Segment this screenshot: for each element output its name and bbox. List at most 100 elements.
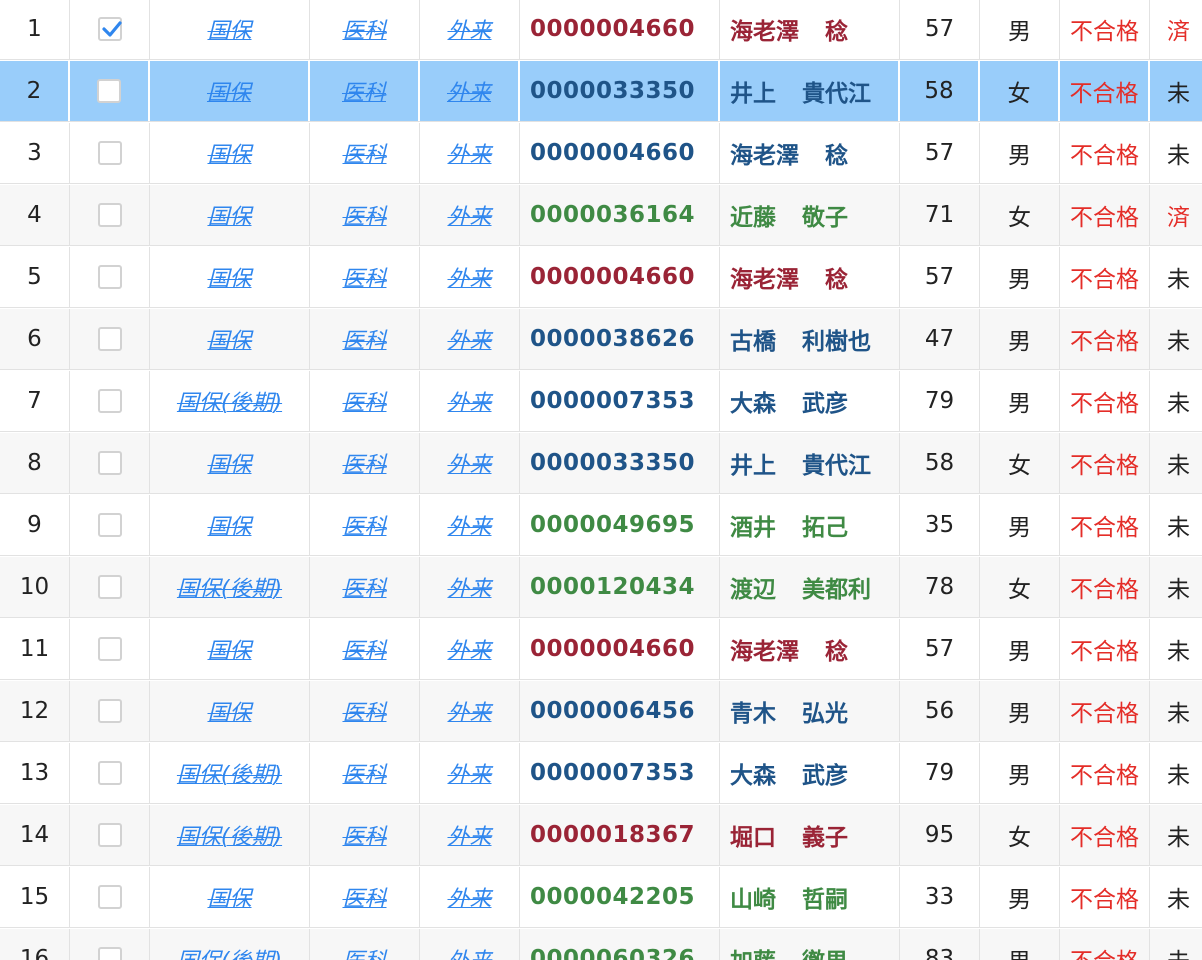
department-link[interactable]: 医科 (342, 819, 386, 851)
insurance-link[interactable]: 国保 (207, 137, 251, 169)
insurance-cell[interactable]: 国保 (150, 433, 310, 493)
insurance-cell[interactable]: 国保(後期) (150, 929, 310, 960)
insurance-link[interactable]: 国保 (207, 323, 251, 355)
department-cell[interactable]: 医科 (310, 743, 420, 803)
insurance-link[interactable]: 国保(後期) (177, 385, 282, 417)
visit-type-cell[interactable]: 外来 (420, 371, 520, 431)
row-checkbox-cell[interactable] (70, 123, 150, 183)
row-checkbox-cell[interactable] (70, 619, 150, 679)
insurance-cell[interactable]: 国保 (150, 61, 310, 121)
visit-type-link[interactable]: 外来 (447, 137, 491, 169)
department-cell[interactable]: 医科 (310, 557, 420, 617)
row-checkbox[interactable] (97, 203, 122, 227)
insurance-cell[interactable]: 国保 (150, 247, 310, 307)
visit-type-cell[interactable]: 外来 (420, 929, 520, 960)
table-row[interactable]: 9 国保 医科 外来 0000049695 酒井 拓己 35 男不合格未 (0, 495, 1202, 556)
row-checkbox-cell[interactable] (70, 557, 150, 617)
visit-type-link[interactable]: 外来 (447, 199, 491, 231)
row-checkbox[interactable] (97, 513, 122, 537)
department-link[interactable]: 医科 (342, 571, 386, 603)
row-checkbox[interactable] (97, 575, 122, 599)
department-link[interactable]: 医科 (342, 261, 386, 293)
insurance-cell[interactable]: 国保 (150, 867, 310, 927)
visit-type-link[interactable]: 外来 (447, 819, 491, 851)
row-checkbox[interactable] (97, 637, 122, 661)
department-link[interactable]: 医科 (342, 323, 386, 355)
visit-type-cell[interactable]: 外来 (420, 619, 520, 679)
visit-type-cell[interactable]: 外来 (420, 557, 520, 617)
row-checkbox-cell[interactable] (70, 743, 150, 803)
visit-type-link[interactable]: 外来 (447, 323, 491, 355)
insurance-link[interactable]: 国保 (207, 199, 251, 231)
row-checkbox-cell[interactable] (70, 495, 150, 555)
department-cell[interactable]: 医科 (310, 619, 420, 679)
table-row[interactable]: 2 国保 医科 外来 0000033350 井上 貴代江 58 女不合格未 (0, 61, 1202, 122)
insurance-link[interactable]: 国保 (207, 261, 251, 293)
table-row[interactable]: 15 国保 医科 外来 0000042205 山崎 哲嗣 33 男不合格未 (0, 867, 1202, 928)
department-cell[interactable]: 医科 (310, 309, 420, 369)
visit-type-link[interactable]: 外来 (447, 695, 491, 727)
table-row[interactable]: 1 国保 医科 外来 0000004660 海老澤稔 57 男不合格済 (0, 0, 1202, 60)
visit-type-cell[interactable]: 外来 (420, 743, 520, 803)
table-row[interactable]: 10 国保(後期) 医科 外来 0000120434 渡辺 美都利 78 女不合格未 (0, 557, 1202, 618)
row-checkbox-cell[interactable] (70, 309, 150, 369)
visit-type-link[interactable]: 外来 (447, 757, 491, 789)
table-row[interactable]: 13 国保(後期) 医科 外来 0000007353 大森 武彦 79 男不合格未 (0, 743, 1202, 804)
visit-type-link[interactable]: 外来 (447, 881, 491, 913)
insurance-cell[interactable]: 国保 (150, 309, 310, 369)
insurance-cell[interactable]: 国保 (150, 495, 310, 555)
row-checkbox[interactable] (97, 451, 122, 475)
row-checkbox-cell[interactable] (70, 185, 150, 245)
insurance-cell[interactable]: 国保 (150, 681, 310, 741)
visit-type-cell[interactable]: 外来 (420, 495, 520, 555)
department-cell[interactable]: 医科 (310, 371, 420, 431)
visit-type-cell[interactable]: 外来 (420, 867, 520, 927)
insurance-link[interactable]: 国保 (207, 881, 251, 913)
insurance-link[interactable]: 国保 (207, 509, 251, 541)
department-cell[interactable]: 医科 (310, 681, 420, 741)
department-cell[interactable]: 医科 (310, 929, 420, 960)
row-checkbox[interactable] (97, 389, 122, 413)
visit-type-cell[interactable]: 外来 (420, 61, 520, 121)
department-cell[interactable]: 医科 (310, 433, 420, 493)
insurance-cell[interactable]: 国保(後期) (150, 371, 310, 431)
visit-type-cell[interactable]: 外来 (420, 805, 520, 865)
department-link[interactable]: 医科 (342, 509, 386, 541)
visit-type-link[interactable]: 外来 (447, 75, 491, 107)
row-checkbox[interactable] (97, 885, 122, 909)
row-checkbox[interactable] (97, 761, 122, 785)
department-cell[interactable]: 医科 (310, 805, 420, 865)
row-checkbox-cell[interactable] (70, 681, 150, 741)
visit-type-cell[interactable]: 外来 (420, 123, 520, 183)
insurance-cell[interactable]: 国保 (150, 185, 310, 245)
row-checkbox-cell[interactable] (70, 0, 150, 59)
visit-type-link[interactable]: 外来 (447, 633, 491, 665)
department-link[interactable]: 医科 (342, 695, 386, 727)
visit-type-cell[interactable]: 外来 (420, 433, 520, 493)
visit-type-cell[interactable]: 外来 (420, 185, 520, 245)
insurance-cell[interactable]: 国保 (150, 0, 310, 59)
table-row[interactable]: 5 国保 医科 外来 0000004660 海老澤稔 57 男不合格未 (0, 247, 1202, 308)
department-cell[interactable]: 医科 (310, 495, 420, 555)
visit-type-cell[interactable]: 外来 (420, 309, 520, 369)
visit-type-link[interactable]: 外来 (447, 261, 491, 293)
row-checkbox[interactable] (97, 947, 122, 960)
department-link[interactable]: 医科 (342, 75, 386, 107)
insurance-link[interactable]: 国保(後期) (177, 819, 282, 851)
department-link[interactable]: 医科 (342, 385, 386, 417)
insurance-cell[interactable]: 国保(後期) (150, 743, 310, 803)
row-checkbox-cell[interactable] (70, 61, 150, 121)
insurance-link[interactable]: 国保(後期) (177, 571, 282, 603)
department-cell[interactable]: 医科 (310, 0, 420, 59)
table-row[interactable]: 12 国保 医科 外来 0000006456 青木 弘光 56 男不合格未 (0, 681, 1202, 742)
table-row[interactable]: 11 国保 医科 外来 0000004660 海老澤稔 57 男不合格未 (0, 619, 1202, 680)
department-cell[interactable]: 医科 (310, 185, 420, 245)
visit-type-link[interactable]: 外来 (447, 447, 491, 479)
visit-type-link[interactable]: 外来 (447, 943, 491, 960)
department-link[interactable]: 医科 (342, 757, 386, 789)
insurance-cell[interactable]: 国保(後期) (150, 557, 310, 617)
row-checkbox[interactable] (97, 699, 122, 723)
department-link[interactable]: 医科 (342, 881, 386, 913)
insurance-cell[interactable]: 国保 (150, 619, 310, 679)
department-link[interactable]: 医科 (342, 943, 386, 960)
